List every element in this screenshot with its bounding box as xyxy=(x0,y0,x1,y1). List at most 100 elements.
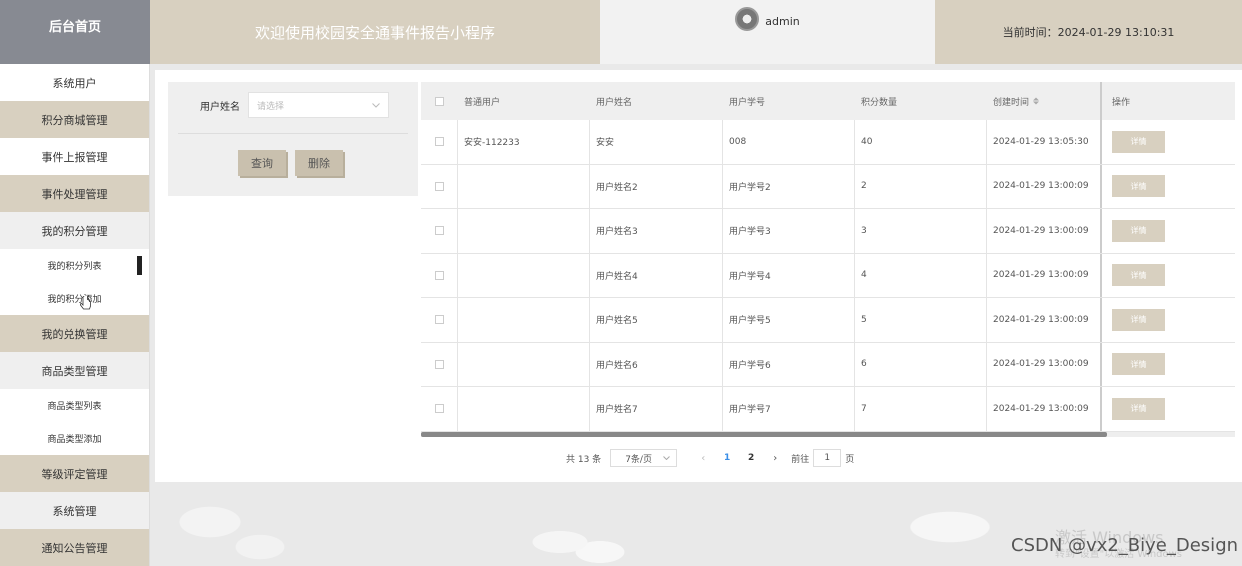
hand-cursor-icon xyxy=(80,296,91,310)
search-panel: 用户姓名 请选择 查询 删除 xyxy=(168,82,418,196)
cell-points: 6 xyxy=(855,342,987,386)
logo[interactable]: 后台首页 xyxy=(0,0,150,64)
goto-page-input[interactable]: 1 xyxy=(813,449,842,467)
sidebar-item-my-exchange[interactable]: 我的兑换管理 xyxy=(0,315,149,352)
detail-button[interactable]: 详情 xyxy=(1112,353,1165,376)
sidebar-item-label: 商品类型管理 xyxy=(41,364,108,378)
cell-student-no: 用户学号5 xyxy=(723,298,855,342)
detail-button[interactable]: 详情 xyxy=(1112,397,1165,420)
sort-icon[interactable] xyxy=(1032,97,1040,105)
table-row: 用户姓名4 用户学号4 4 2024-01-29 13:00:09 详情 xyxy=(421,253,1235,298)
sidebar-item-label: 等级评定管理 xyxy=(41,467,108,481)
sidebar-item-my-points[interactable]: 我的积分管理 xyxy=(0,212,149,249)
sidebar-item-notice[interactable]: 通知公告管理 xyxy=(0,529,149,566)
sidebar-item-event-report[interactable]: 事件上报管理 xyxy=(0,138,149,175)
detail-button[interactable]: 详情 xyxy=(1112,175,1165,198)
cell-name: 用户姓名6 xyxy=(590,342,723,386)
cell-created: 2024-01-29 13:00:09 xyxy=(987,387,1102,431)
total-count: 共 13 条 xyxy=(566,454,602,465)
sidebar-item-product-type[interactable]: 商品类型管理 xyxy=(0,352,149,389)
row-checkbox[interactable] xyxy=(434,226,444,236)
row-checkbox[interactable] xyxy=(434,181,444,191)
cell-points: 5 xyxy=(855,298,987,342)
sidebar-item-system-users[interactable]: 系统用户 xyxy=(0,64,149,101)
table-row: 用户姓名7 用户学号7 7 2024-01-29 13:00:09 详情 xyxy=(421,387,1235,432)
sidebar-item-label: 事件处理管理 xyxy=(41,187,108,201)
row-checkbox[interactable] xyxy=(434,270,444,280)
row-checkbox[interactable] xyxy=(434,315,444,325)
cell-name: 用户姓名3 xyxy=(590,209,723,253)
table-row: 用户姓名6 用户学号6 6 2024-01-29 13:00:09 详情 xyxy=(421,342,1235,387)
cell-student-no: 用户学号3 xyxy=(723,209,855,253)
sidebar-subitem-product-type-list[interactable]: 商品类型列表 xyxy=(0,389,149,422)
cell-user xyxy=(458,342,590,386)
user-info[interactable]: admin xyxy=(735,7,800,64)
sidebar-item-label: 我的积分管理 xyxy=(41,224,108,238)
sidebar-subitem-my-points-add[interactable]: 我的积分添加 xyxy=(0,282,149,315)
table-row: 用户姓名2 用户学号2 2 2024-01-29 13:00:09 详情 xyxy=(421,164,1235,209)
horizontal-scrollbar[interactable] xyxy=(421,432,1235,437)
page-suffix: 页 xyxy=(845,454,855,465)
search-label: 用户姓名 xyxy=(200,101,240,113)
query-button[interactable]: 查询 xyxy=(238,150,286,176)
row-checkbox-cell xyxy=(421,253,458,297)
cell-student-no: 用户学号7 xyxy=(723,387,855,431)
csdn-watermark: CSDN @vx2_Biye_Design xyxy=(1011,535,1239,556)
cell-created: 2024-01-29 13:00:09 xyxy=(987,253,1102,297)
row-checkbox[interactable] xyxy=(434,404,444,414)
table-row: 安安-112233 安安 008 40 2024-01-29 13:05:30 … xyxy=(421,120,1235,165)
cell-student-no: 用户学号4 xyxy=(723,253,855,297)
cell-points: 7 xyxy=(855,387,987,431)
cell-actions: 详情 xyxy=(1102,209,1235,253)
row-checkbox-cell xyxy=(421,342,458,386)
select-all-checkbox[interactable] xyxy=(435,96,444,106)
cell-created: 2024-01-29 13:00:09 xyxy=(987,298,1102,342)
header-checkbox-cell xyxy=(421,82,458,120)
next-page-icon[interactable]: › xyxy=(763,453,787,464)
cell-name: 用户姓名2 xyxy=(590,164,723,208)
cell-points: 3 xyxy=(855,209,987,253)
app-title: 欢迎使用校园安全通事件报告小程序 xyxy=(254,23,495,42)
sidebar-subitem-product-type-add[interactable]: 商品类型添加 xyxy=(0,422,149,455)
sidebar-item-label: 我的兑换管理 xyxy=(41,327,108,341)
user-name-select[interactable]: 请选择 xyxy=(248,92,389,118)
page-number[interactable]: 1 xyxy=(715,453,739,463)
data-table: 普通用户 用户姓名 用户学号 积分数量 创建时间 操作 安安-112233 安安… xyxy=(421,82,1235,436)
cell-actions: 详情 xyxy=(1102,254,1235,298)
detail-button[interactable]: 详情 xyxy=(1112,308,1165,331)
sidebar-item-label: 系统管理 xyxy=(52,504,97,518)
scrollbar-thumb[interactable] xyxy=(421,432,1107,437)
column-header: 普通用户 xyxy=(464,97,501,108)
sidebar-item-event-handling[interactable]: 事件处理管理 xyxy=(0,175,149,212)
avatar[interactable] xyxy=(735,7,760,31)
sidebar-item-system-management[interactable]: 系统管理 xyxy=(0,492,149,529)
cell-actions: 详情 xyxy=(1102,298,1235,342)
delete-button[interactable]: 删除 xyxy=(295,150,343,176)
chevron-down-icon xyxy=(663,456,671,460)
table-header: 普通用户 用户姓名 用户学号 积分数量 创建时间 操作 xyxy=(421,82,1235,120)
username[interactable]: admin xyxy=(765,15,799,28)
detail-button[interactable]: 详情 xyxy=(1112,264,1165,287)
cell-points: 40 xyxy=(855,120,987,164)
page-size-select[interactable]: 7条/页 xyxy=(610,449,678,467)
row-checkbox[interactable] xyxy=(434,359,444,369)
column-header: 用户学号 xyxy=(729,97,766,108)
sidebar-item-label: 商品类型添加 xyxy=(47,435,102,445)
column-header-sortable[interactable]: 创建时间 xyxy=(987,82,1102,120)
cell-name: 用户姓名4 xyxy=(590,253,723,297)
active-indicator xyxy=(137,256,142,275)
sidebar-item-label: 通知公告管理 xyxy=(41,541,108,555)
prev-page-icon[interactable]: ‹ xyxy=(691,453,715,464)
detail-button[interactable]: 详情 xyxy=(1112,219,1165,242)
detail-button[interactable]: 详情 xyxy=(1112,130,1165,153)
sidebar-subitem-my-points-list[interactable]: 我的积分列表 xyxy=(0,249,149,282)
sidebar-item-label: 事件上报管理 xyxy=(41,150,108,164)
cell-name: 用户姓名5 xyxy=(590,298,723,342)
column-header: 操作 xyxy=(1112,97,1131,108)
row-checkbox[interactable] xyxy=(434,137,444,147)
sidebar-item-level-rating[interactable]: 等级评定管理 xyxy=(0,455,149,492)
sidebar-item-points-mall[interactable]: 积分商城管理 xyxy=(0,101,149,138)
sidebar-item-label: 我的积分添加 xyxy=(47,295,102,305)
page-size-value: 7条/页 xyxy=(625,454,652,465)
page-number[interactable]: 2 xyxy=(739,453,763,463)
